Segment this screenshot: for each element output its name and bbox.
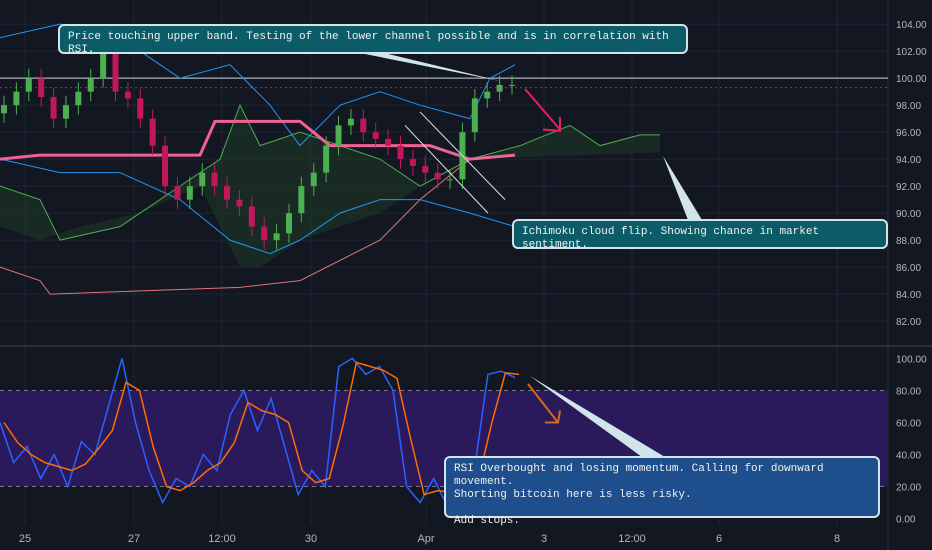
- x-tick-label: 6: [716, 533, 722, 545]
- candle-body: [509, 84, 515, 86]
- candle-body: [25, 78, 32, 92]
- y-tick-label: 90.00: [896, 209, 921, 220]
- x-tick-label: 25: [19, 533, 31, 545]
- rsi-y-tick-label: 100.00: [896, 354, 927, 365]
- forecast-arrow-price: [524, 88, 561, 131]
- annotation-price-upper-band[interactable]: Price touching upper band. Testing of th…: [58, 24, 688, 56]
- candle-body: [50, 97, 57, 119]
- candle-body: [100, 51, 107, 79]
- annotation-rsi-overbought[interactable]: RSI Overbought and losing momentum. Call…: [444, 456, 880, 527]
- y-tick-label: 102.00: [896, 47, 927, 58]
- candle-body: [397, 145, 404, 160]
- rsi-y-tick-label: 20.00: [896, 483, 921, 494]
- candle-body: [310, 172, 317, 187]
- ichimoku-cloud: [0, 103, 660, 295]
- rsi-y-tick-label: 60.00: [896, 418, 921, 429]
- candle-body: [496, 84, 503, 92]
- candle-body: [174, 186, 181, 200]
- candle-body: [285, 213, 292, 234]
- candle-body: [484, 91, 491, 99]
- annotation-ichimoku-flip[interactable]: Ichimoku cloud flip. Showing chance in m…: [512, 219, 888, 251]
- candle-body: [434, 172, 441, 180]
- x-tick-label: 30: [305, 533, 317, 545]
- x-tick-label: 27: [128, 533, 140, 545]
- candle-body: [186, 186, 193, 200]
- candle-body: [335, 125, 342, 146]
- candle-body: [248, 206, 255, 227]
- y-tick-label: 98.00: [896, 101, 921, 112]
- callout-pointer-ichimoku: [663, 156, 702, 220]
- candle-body: [298, 186, 305, 214]
- candle-body: [347, 118, 354, 126]
- candle-body: [360, 118, 367, 133]
- rsi-y-tick-label: 40.00: [896, 451, 921, 462]
- candle-body: [422, 165, 429, 173]
- y-tick-label: 92.00: [896, 182, 921, 193]
- callout-pointer-top: [355, 52, 500, 81]
- candle-body: [323, 145, 330, 173]
- y-tick-label: 84.00: [896, 290, 921, 301]
- y-tick-label: 96.00: [896, 128, 921, 139]
- y-tick-label: 82.00: [896, 317, 921, 328]
- candle-body: [1, 105, 7, 114]
- y-tick-label: 100.00: [896, 74, 927, 85]
- x-tick-label: 3: [541, 533, 547, 545]
- y-tick-label: 104.00: [896, 20, 927, 31]
- rsi-y-tick-label: 80.00: [896, 386, 921, 397]
- candle-body: [372, 132, 379, 139]
- candle-body: [62, 105, 69, 119]
- candle-body: [236, 199, 243, 207]
- candle-body: [409, 159, 416, 166]
- y-tick-label: 94.00: [896, 155, 921, 166]
- candle-body: [75, 91, 82, 106]
- x-tick-label: Apr: [417, 533, 434, 545]
- rsi-y-tick-label: 0.00: [896, 515, 916, 526]
- candle-body: [261, 226, 268, 241]
- candle-body: [273, 233, 280, 241]
- candle-body: [199, 172, 206, 187]
- candle-body: [385, 138, 392, 146]
- candle-body: [149, 118, 156, 146]
- candle-body: [447, 179, 454, 181]
- candle-body: [137, 98, 144, 119]
- candle-body: [471, 98, 478, 133]
- x-tick-label: 12:00: [208, 533, 236, 545]
- candle-body: [224, 186, 231, 200]
- candle-body: [38, 78, 45, 98]
- candle-body: [211, 172, 218, 187]
- candle-body: [87, 78, 94, 92]
- candle-body: [162, 145, 169, 187]
- y-tick-label: 88.00: [896, 236, 921, 247]
- y-tick-label: 86.00: [896, 263, 921, 274]
- x-tick-label: 12:00: [618, 533, 646, 545]
- candle-body: [124, 91, 131, 99]
- candle-body: [112, 51, 119, 92]
- candle-body: [13, 91, 20, 106]
- x-tick-label: 8: [834, 533, 840, 545]
